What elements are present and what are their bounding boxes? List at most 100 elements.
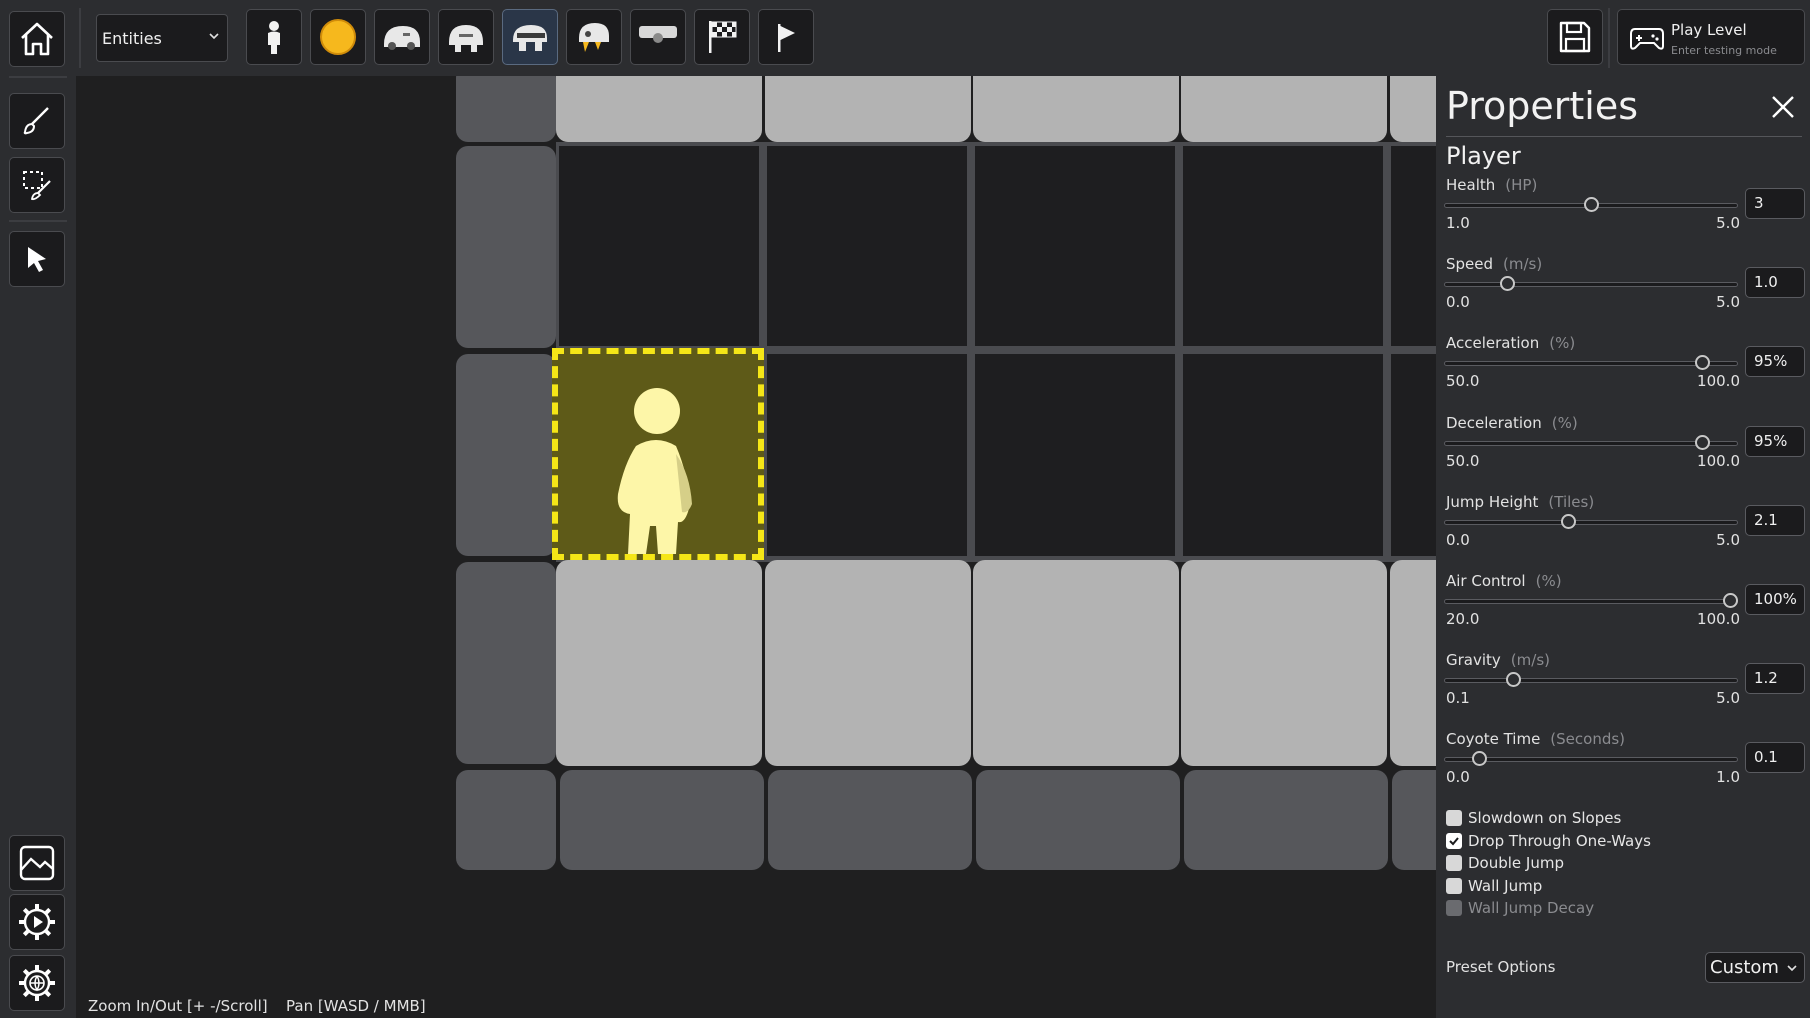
property-slider-thumb[interactable] [1506,672,1522,688]
slime-enemy-icon [384,26,420,50]
tile-light [1181,560,1387,766]
empty-cell[interactable] [1391,354,1436,556]
palette-charger-button[interactable] [502,9,558,65]
home-button[interactable] [9,11,65,67]
checkbox[interactable] [1446,877,1462,894]
property-slider-thumb[interactable] [1471,751,1487,767]
charger-enemy-icon [513,25,547,51]
checkbox-label: Wall Jump [1468,876,1543,895]
empty-cell[interactable] [1183,146,1383,346]
empty-cell[interactable] [975,354,1175,556]
close-icon [1772,96,1794,118]
play-settings-button[interactable] [9,894,65,950]
property-max: 5.0 [1716,689,1740,708]
property-slider-track[interactable] [1444,361,1738,367]
play-level-subtitle: Enter testing mode [1671,44,1777,57]
checkbox[interactable] [1446,810,1462,826]
property-value-input[interactable]: 1.2 [1745,663,1805,695]
empty-cell[interactable] [559,146,759,346]
properties-panel: Properties Player Health (HP) 1.0 5.0 3 Speed… [1436,76,1810,1018]
palette-checkpoint-button[interactable] [758,9,814,65]
property-slider-track[interactable] [1444,678,1738,684]
play-level-button[interactable]: Play Level Enter testing mode [1617,9,1805,65]
empty-cell[interactable] [975,146,1175,346]
property-value-input[interactable]: 3 [1745,188,1805,219]
palette-platform-button[interactable] [630,9,686,65]
brush-tool-button[interactable] [9,93,65,149]
property-slider-thumb[interactable] [1499,276,1515,292]
flyer-enemy-icon [579,23,609,52]
property-max: 1.0 [1716,768,1740,787]
property-min: 0.0 [1446,768,1470,787]
selection-brush-icon [23,171,51,201]
toolbar-divider [1608,8,1610,68]
palette-coin-button[interactable] [310,9,366,65]
property-slider-track[interactable] [1444,519,1738,525]
property-slider-thumb[interactable] [1695,355,1711,371]
close-panel-button[interactable] [1766,90,1800,124]
checkbox[interactable] [1446,855,1462,871]
property-label: Jump Height (Tiles) [1446,492,1595,511]
entity-category-dropdown[interactable]: Entities [96,14,228,62]
empty-cell[interactable] [1183,354,1383,556]
palette-slime-button[interactable] [374,9,430,65]
property-max: 5.0 [1716,214,1740,232]
selected-player-entity[interactable] [552,348,764,560]
save-button[interactable] [1547,9,1603,65]
entity-name: Player [1446,142,1521,170]
tile-dark [456,76,556,142]
preset-options-dropdown[interactable]: Custom [1705,952,1805,983]
background-image-button[interactable] [9,835,65,891]
checkbox-label: Wall Jump Decay [1468,899,1595,917]
gear-play-icon [19,904,55,940]
palette-finish-button[interactable] [694,9,750,65]
checkbox-row[interactable]: Wall Jump [1446,876,1542,896]
pan-hint: Pan [WASD / MMB] [286,997,426,1015]
checkbox-row[interactable]: Slowdown on Slopes [1446,808,1621,828]
toolbar-divider [9,220,67,222]
property-slider-thumb[interactable] [1695,434,1711,450]
property-value-input[interactable]: 2.1 [1745,504,1805,536]
empty-cell[interactable] [1391,146,1436,346]
tile-light [1390,560,1436,766]
property-label: Air Control (%) [1446,572,1562,590]
property-slider-track[interactable] [1444,599,1738,604]
home-icon [21,22,53,56]
property-row: Jump Height (Tiles) 0.0 5.0 2.1 [1436,493,1810,572]
property-value-input[interactable]: 95% [1745,425,1805,457]
palette-walker-button[interactable] [438,9,494,65]
empty-cell[interactable] [767,354,967,556]
level-canvas[interactable]: Zoom In/Out [+ -/Scroll] Pan [WASD / MMB… [76,76,1436,1018]
player-entity-icon [268,21,280,54]
property-value-input[interactable]: 95% [1745,346,1805,378]
checkbox-row[interactable]: Drop Through One-Ways [1446,831,1651,851]
palette-player-button[interactable] [246,9,302,65]
palette-flyer-button[interactable] [566,9,622,65]
property-value-input[interactable]: 1.0 [1745,267,1805,299]
tile-light [765,76,971,142]
checkbox-label: Slowdown on Slopes [1468,809,1622,827]
world-settings-button[interactable] [9,955,65,1011]
property-slider-track[interactable] [1444,440,1738,446]
tile-dark [1392,770,1436,870]
tile-dark [976,770,1180,870]
checkbox [1446,900,1462,916]
property-slider-thumb[interactable] [1561,513,1577,529]
panel-title: Properties [1446,84,1639,128]
property-slider-track[interactable] [1444,757,1738,763]
empty-cell[interactable] [767,146,967,346]
property-slider-track[interactable] [1444,282,1738,288]
checkbox[interactable] [1446,832,1462,849]
property-row: Coyote Time (Seconds) 0.0 1.0 0.1 [1436,730,1810,809]
checkbox-row[interactable]: Double Jump [1446,853,1564,873]
property-slider-thumb[interactable] [1723,593,1738,608]
checkbox-row: Wall Jump Decay [1446,898,1594,918]
area-brush-tool-button[interactable] [9,157,65,213]
property-value-input[interactable]: 100% [1745,584,1805,615]
select-tool-button[interactable] [9,231,65,287]
chevron-down-icon [1787,965,1797,972]
gear-globe-icon [19,965,55,1001]
toolbar-divider [9,76,67,78]
property-slider-thumb[interactable] [1583,197,1599,212]
property-value-input[interactable]: 0.1 [1745,742,1805,774]
